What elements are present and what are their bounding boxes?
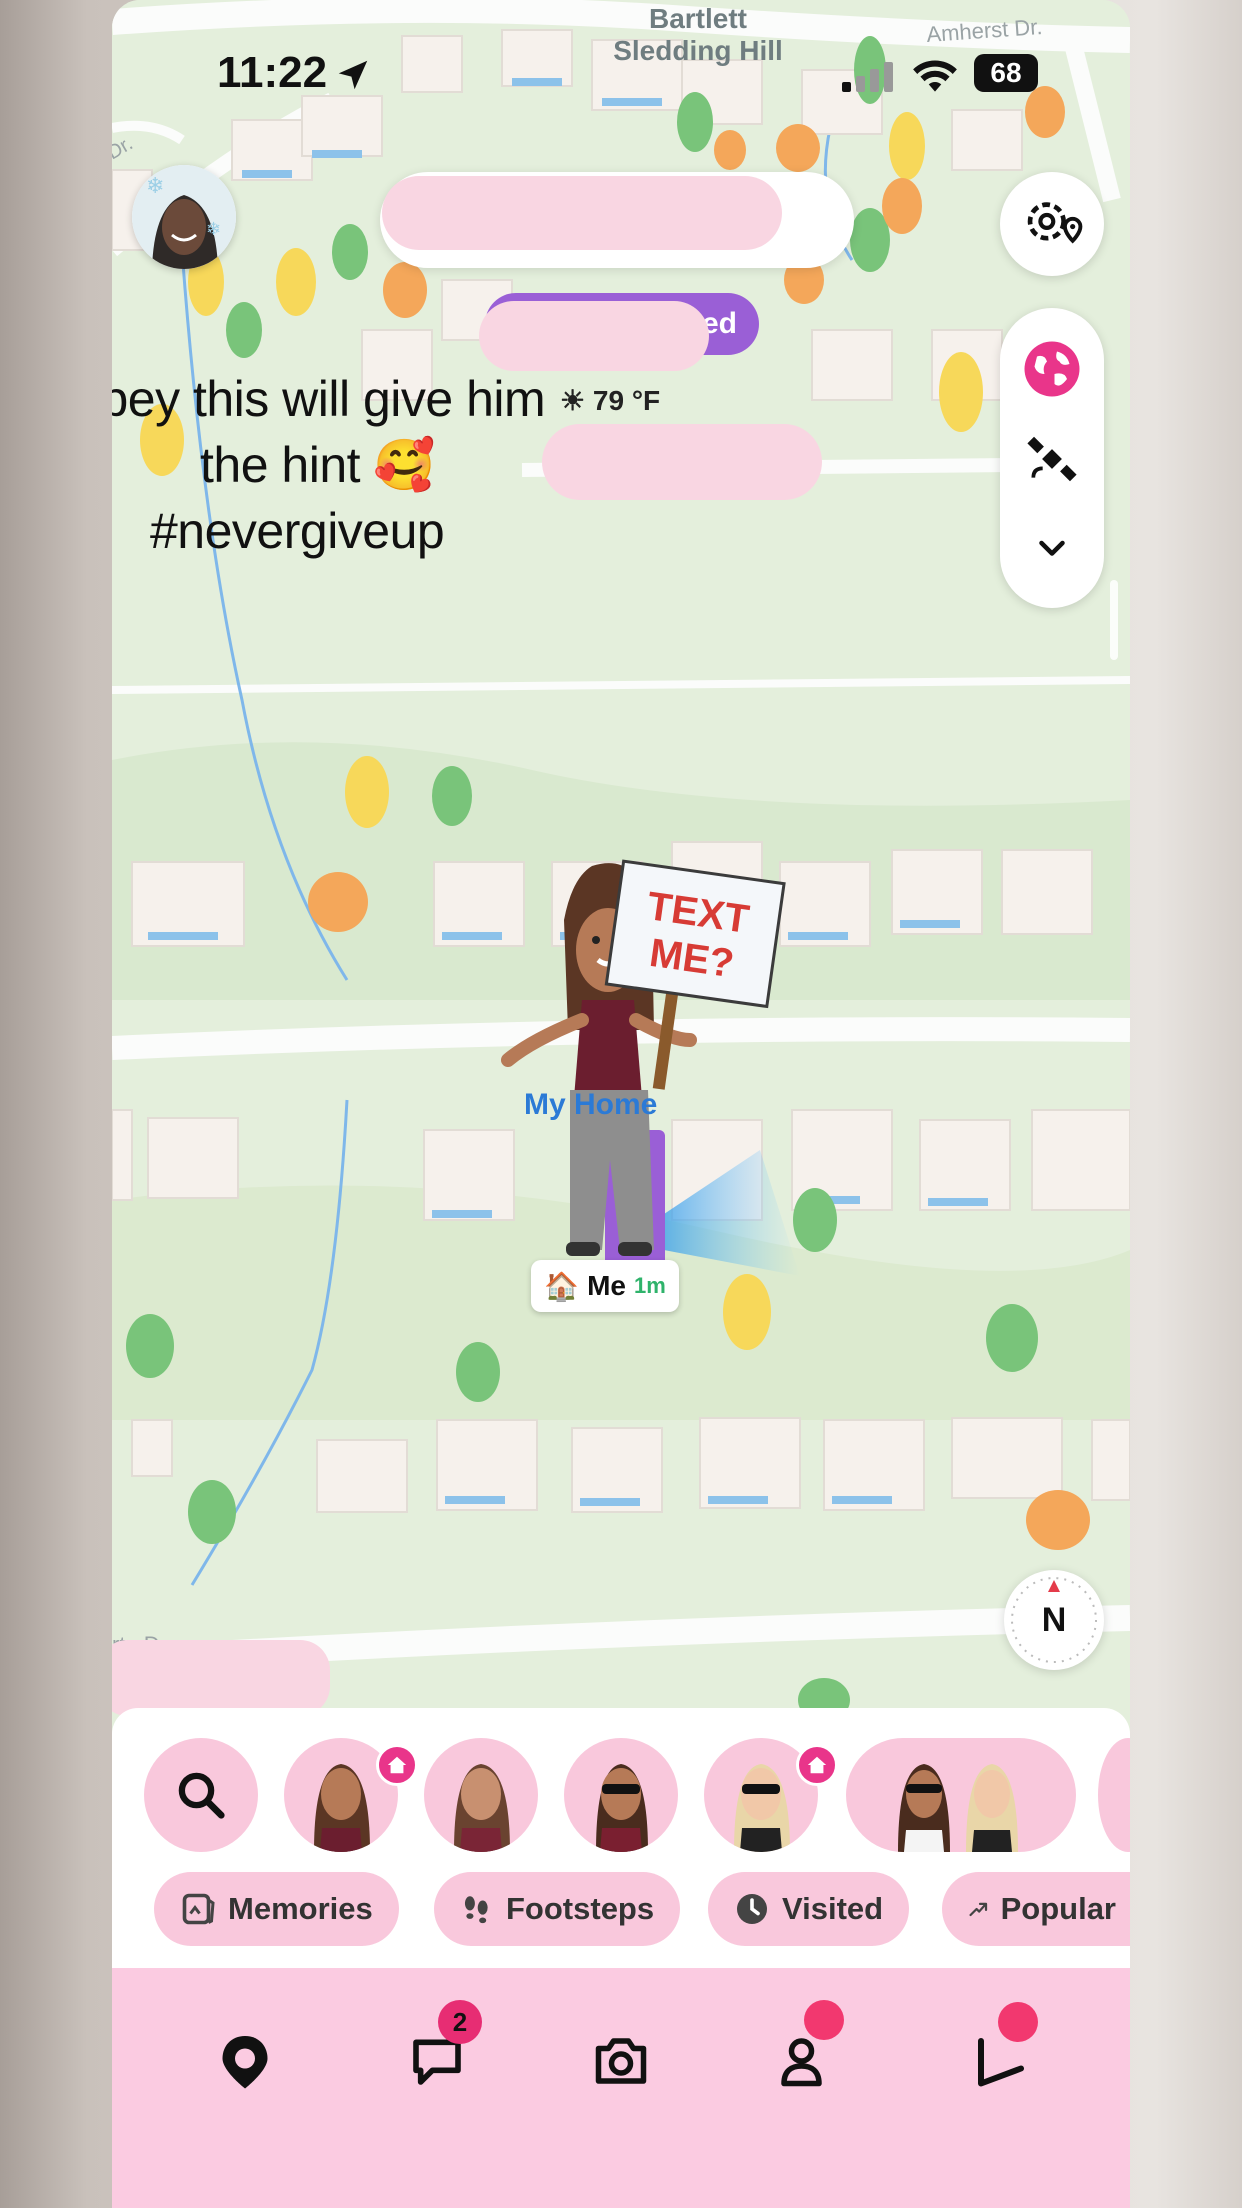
redaction-scribble bbox=[112, 1640, 330, 1716]
search-icon bbox=[178, 1772, 225, 1819]
chevron-down-icon bbox=[1039, 540, 1065, 556]
place-label-line1: Bartlett bbox=[649, 3, 747, 34]
chip-visited[interactable]: Visited bbox=[708, 1872, 910, 1946]
battery-indicator: 68 bbox=[974, 54, 1038, 92]
story-caption: mabey this will give him the hint 🥰 #nev… bbox=[112, 366, 792, 564]
home-badge-icon bbox=[796, 1744, 838, 1786]
satellite-icon bbox=[1027, 436, 1077, 482]
status-time: 11:22 bbox=[217, 48, 328, 97]
chip-memories[interactable]: Memories bbox=[154, 1872, 399, 1946]
avatar bbox=[596, 1764, 648, 1852]
me-time-ago: 1m bbox=[633, 1273, 666, 1298]
memories-icon bbox=[182, 1893, 215, 1925]
gear-location-icon bbox=[1027, 202, 1083, 244]
compass-button[interactable]: N bbox=[1004, 1570, 1104, 1670]
profile-avatar-button[interactable]: ❄ ❄ bbox=[132, 165, 236, 269]
bottom-nav: 2 bbox=[112, 1968, 1130, 2208]
status-pill[interactable]: ed bbox=[479, 293, 759, 371]
my-home-label[interactable]: My Home bbox=[524, 1088, 657, 1122]
chat-badge: 2 bbox=[438, 2000, 482, 2044]
map-layer-panel bbox=[1000, 308, 1104, 608]
chip-label: Popular bbox=[1000, 1891, 1116, 1926]
search-button[interactable] bbox=[144, 1738, 258, 1852]
avatar bbox=[454, 1764, 510, 1852]
friend-group-avatar[interactable] bbox=[846, 1738, 1076, 1852]
me-location-label[interactable]: 🏠 Me 1m bbox=[531, 1260, 679, 1312]
redaction-scribble bbox=[479, 301, 709, 371]
caption-line-1: mabey this will give him bbox=[112, 371, 546, 427]
location-header-pill[interactable] bbox=[380, 172, 854, 268]
nav-friends[interactable] bbox=[774, 2000, 844, 2096]
nav-stories[interactable] bbox=[966, 2002, 1038, 2096]
cellular-signal-icon bbox=[842, 62, 893, 92]
expand-layers-button[interactable] bbox=[1000, 504, 1104, 594]
caption-line-2: the hint 🥰 bbox=[200, 437, 436, 493]
friends-sheet: Memories Footsteps Visited Popular bbox=[112, 1708, 1130, 1968]
text-me-sign: TEXT ME? bbox=[604, 859, 786, 1009]
camera-icon bbox=[595, 2038, 647, 2084]
home-badge-icon bbox=[376, 1744, 418, 1786]
caption-line-3: #nevergiveup bbox=[150, 503, 445, 559]
phone-screen: TEXT ME? Bartlett Sledding Hill Amherst … bbox=[112, 0, 1130, 2208]
friend-avatar-2[interactable] bbox=[424, 1738, 538, 1852]
stories-notification-dot bbox=[998, 2002, 1038, 2042]
status-bar: 11:22 68 bbox=[112, 40, 1130, 110]
wifi-icon bbox=[913, 60, 957, 92]
clock-icon bbox=[737, 1894, 767, 1924]
avatar bbox=[898, 1764, 1018, 1852]
chip-label: Footsteps bbox=[506, 1891, 655, 1926]
map-pin-icon bbox=[222, 2036, 268, 2089]
house-icon: 🏠 bbox=[544, 1270, 580, 1302]
globe-icon bbox=[1024, 341, 1080, 397]
avatar: ❄❄ bbox=[132, 165, 236, 269]
nav-chat[interactable]: 2 bbox=[402, 2000, 482, 2096]
nav-map[interactable] bbox=[210, 2026, 280, 2096]
globe-button[interactable] bbox=[1000, 324, 1104, 414]
satellite-button[interactable] bbox=[1000, 414, 1104, 504]
location-arrow-icon bbox=[338, 60, 368, 90]
trending-arrow-icon bbox=[969, 1902, 988, 1917]
scrollbar[interactable] bbox=[1110, 580, 1118, 660]
me-name: Me bbox=[587, 1270, 626, 1301]
footsteps-icon bbox=[464, 1896, 488, 1924]
compass-north-label: N bbox=[1041, 1600, 1067, 1639]
nav-camera[interactable] bbox=[586, 2026, 656, 2096]
redaction-scribble bbox=[382, 176, 782, 250]
friends-notification-dot bbox=[804, 2000, 844, 2040]
settings-button[interactable] bbox=[1000, 172, 1104, 276]
svg-text:❄: ❄ bbox=[206, 219, 221, 239]
chip-popular[interactable]: Popular bbox=[942, 1872, 1130, 1946]
chip-label: Memories bbox=[228, 1891, 373, 1926]
chip-label: Visited bbox=[782, 1891, 884, 1926]
friends-icon bbox=[781, 2038, 822, 2087]
chip-footsteps[interactable]: Footsteps bbox=[434, 1872, 681, 1946]
friend-avatar-3[interactable] bbox=[564, 1738, 678, 1852]
friend-avatar-5[interactable] bbox=[1098, 1738, 1130, 1852]
